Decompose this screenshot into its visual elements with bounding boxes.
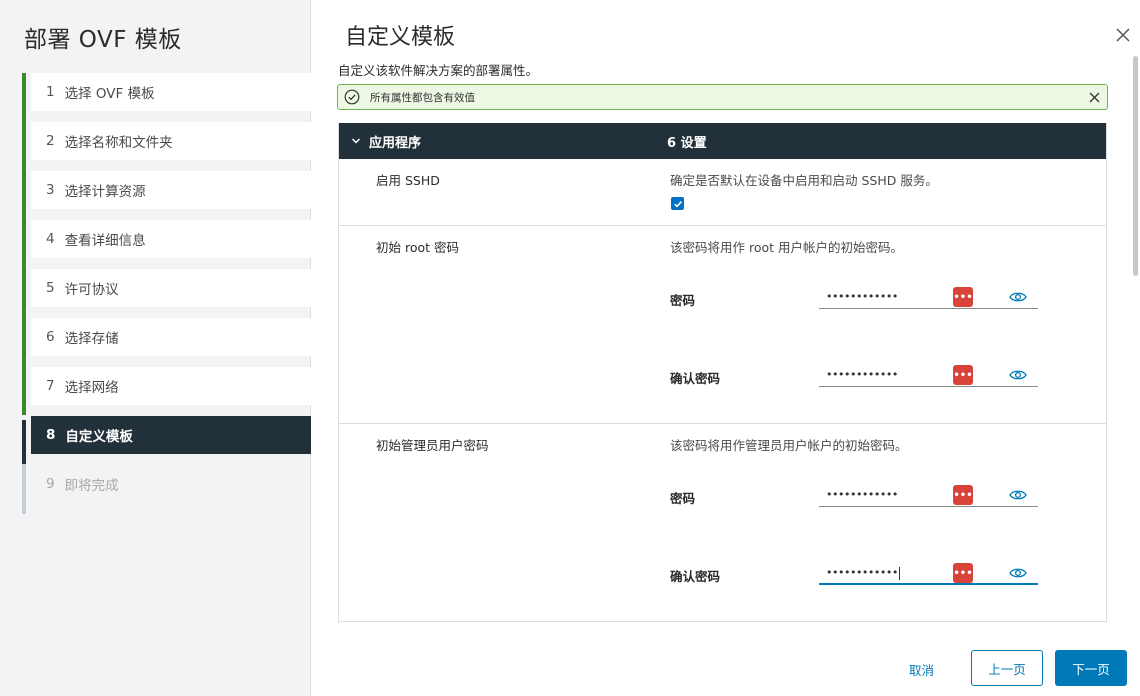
step-label: 即将完成 (64, 478, 119, 494)
property-row-root-password: 初始 root 密码 该密码将用作 root 用户帐户的初始密码。 密码 •••… (339, 226, 1106, 424)
confirm-password-label: 确认密码 (670, 371, 721, 386)
step-label: 选择存储 (64, 331, 119, 347)
back-button[interactable]: 上一页 (971, 650, 1043, 686)
password-value-wrapper[interactable]: •••••••••••• (826, 566, 900, 580)
deploy-ovf-wizard: 部署 OVF 模板 1 选择 OVF 模板 2 选择名称和文件夹 3 选择计算资源 4… (0, 0, 1140, 696)
step-label: 选择名称和文件夹 (64, 135, 173, 151)
step-label: 选择计算资源 (64, 184, 146, 200)
password-manager-icon[interactable]: ••• (953, 365, 973, 385)
wizard-steps: 1 选择 OVF 模板 2 选择名称和文件夹 3 选择计算资源 4 查看详细信息 5 许可… (22, 73, 311, 514)
property-label: 启用 SSHD (376, 173, 440, 188)
property-description: 确定是否默认在设备中启用和启动 SSHD 服务。 (670, 173, 938, 188)
step-number: 6 (46, 329, 55, 345)
step-license[interactable]: 5 许可协议 (31, 269, 311, 307)
step-number: 8 (46, 427, 56, 443)
property-description: 该密码将用作 root 用户帐户的初始密码。 (670, 240, 904, 255)
step-number: 5 (46, 280, 55, 296)
wizard-sidebar: 部署 OVF 模板 1 选择 OVF 模板 2 选择名称和文件夹 3 选择计算资源 4… (0, 0, 311, 696)
close-button[interactable] (1112, 24, 1134, 46)
password-manager-icon[interactable]: ••• (953, 485, 973, 505)
step-number: 9 (46, 476, 55, 492)
next-button[interactable]: 下一页 (1055, 650, 1127, 686)
step-number: 3 (46, 182, 55, 198)
password-value[interactable]: •••••••••••• (826, 290, 898, 303)
step-review-details[interactable]: 4 查看详细信息 (31, 220, 311, 258)
alert-text: 所有属性都包含有效值 (370, 91, 475, 104)
cancel-button[interactable]: 取消 (909, 660, 934, 679)
step-label: 自定义模板 (65, 429, 133, 445)
step-number: 7 (46, 378, 55, 394)
step-number: 1 (46, 84, 55, 100)
step-ready-complete: 9 即将完成 (31, 465, 311, 503)
property-row-admin-password: 初始管理员用户密码 该密码将用作管理员用户帐户的初始密码。 密码 •••••••… (339, 424, 1106, 622)
step-label: 查看详细信息 (64, 233, 146, 249)
password-value[interactable]: •••••••••••• (826, 566, 898, 579)
step-compute-resource[interactable]: 3 选择计算资源 (31, 171, 311, 209)
page-subtitle: 自定义该软件解决方案的部署属性。 (338, 63, 539, 78)
password-label: 密码 (670, 293, 696, 308)
root-password-input[interactable]: •••••••••••• ••• (819, 287, 1038, 309)
property-label: 初始管理员用户密码 (376, 438, 489, 453)
group-name: 应用程序 (369, 135, 422, 151)
chevron-down-icon[interactable] (351, 136, 361, 146)
step-number: 2 (46, 133, 55, 149)
eye-icon[interactable] (1009, 368, 1027, 382)
step-storage[interactable]: 6 选择存储 (31, 318, 311, 356)
success-alert: 所有属性都包含有效值 (337, 84, 1108, 110)
group-header-application[interactable]: 应用程序 6 设置 (339, 123, 1106, 159)
eye-icon[interactable] (1009, 290, 1027, 304)
confirm-password-label: 确认密码 (670, 569, 721, 584)
password-value[interactable]: •••••••••••• (826, 488, 898, 501)
property-row-sshd: 启用 SSHD 确定是否默认在设备中启用和启动 SSHD 服务。 (339, 159, 1106, 226)
wizard-content: 自定义模板 自定义该软件解决方案的部署属性。 所有属性都包含有效值 应用程序 6… (311, 0, 1140, 696)
password-label: 密码 (670, 491, 696, 506)
admin-password-input[interactable]: •••••••••••• ••• (819, 485, 1038, 507)
step-customize-template[interactable]: 8 自定义模板 (31, 416, 311, 454)
property-label: 初始 root 密码 (376, 240, 460, 255)
properties-panel: 应用程序 6 设置 启用 SSHD 确定是否默认在设备中启用和启动 SSHD 服… (338, 123, 1107, 623)
close-icon (1116, 28, 1130, 42)
text-caret (898, 566, 900, 580)
admin-confirm-password-input[interactable]: •••••••••••• ••• (819, 563, 1038, 585)
step-name-folder[interactable]: 2 选择名称和文件夹 (31, 122, 311, 160)
password-manager-icon[interactable]: ••• (953, 563, 973, 583)
page-title: 自定义模板 (345, 25, 456, 50)
password-value[interactable]: •••••••••••• (826, 368, 898, 381)
enable-sshd-checkbox[interactable] (671, 197, 684, 210)
wizard-title: 部署 OVF 模板 (24, 27, 182, 53)
step-select-ovf[interactable]: 1 选择 OVF 模板 (31, 73, 311, 111)
password-manager-icon[interactable]: ••• (953, 287, 973, 307)
root-confirm-password-input[interactable]: •••••••••••• ••• (819, 365, 1038, 387)
vertical-scrollbar[interactable] (1133, 56, 1138, 276)
step-label: 选择网络 (64, 380, 119, 396)
alert-close-button[interactable] (1087, 90, 1101, 104)
step-label: 选择 OVF 模板 (64, 86, 155, 102)
check-circle-icon (344, 89, 360, 105)
group-count: 6 设置 (667, 135, 707, 151)
property-description: 该密码将用作管理员用户帐户的初始密码。 (670, 438, 908, 453)
step-label: 许可协议 (64, 282, 119, 298)
eye-icon[interactable] (1009, 488, 1027, 502)
eye-icon[interactable] (1009, 566, 1027, 580)
wizard-footer: 取消 上一页 下一页 (311, 630, 1140, 696)
checkmark-icon (673, 200, 682, 208)
step-network[interactable]: 7 选择网络 (31, 367, 311, 405)
close-icon (1089, 92, 1099, 102)
step-number: 4 (46, 231, 55, 247)
